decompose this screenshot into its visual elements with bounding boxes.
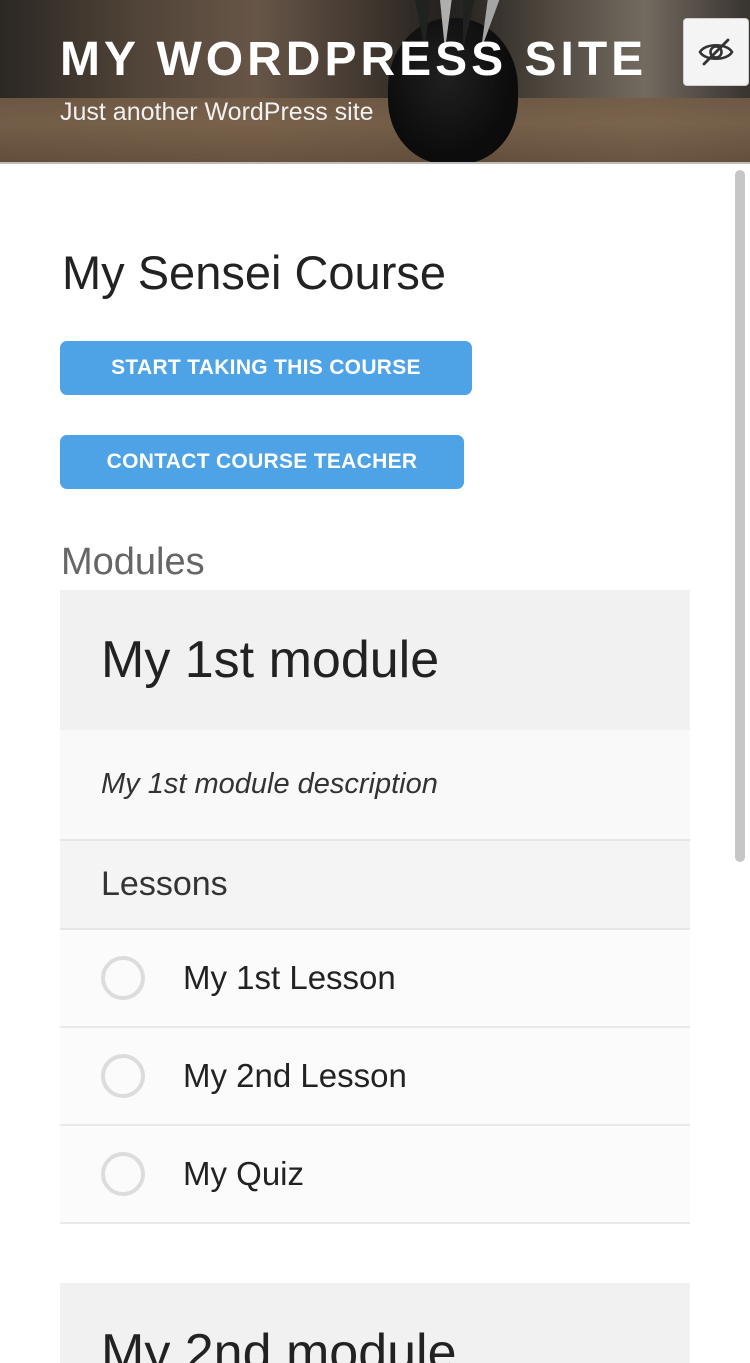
module-description: My 1st module description [60, 730, 690, 841]
lesson-item[interactable]: My 1st Lesson [60, 930, 690, 1028]
page-scrollbar[interactable] [735, 170, 745, 862]
quiz-link[interactable]: My Quiz [183, 1155, 304, 1193]
lesson-link[interactable]: My 2nd Lesson [183, 1057, 407, 1095]
lesson-link[interactable]: My 1st Lesson [183, 959, 396, 997]
site-header: MY WORDPRESS SITE Just another WordPress… [0, 0, 750, 164]
circle-outline-icon [101, 956, 145, 1000]
site-tagline: Just another WordPress site [60, 98, 374, 126]
module-title[interactable]: My 2nd module [101, 1323, 457, 1363]
circle-outline-icon [101, 1054, 145, 1098]
start-course-button[interactable]: START TAKING THIS COURSE [60, 341, 472, 395]
contact-teacher-button[interactable]: CONTACT COURSE TEACHER [60, 435, 464, 489]
eye-slash-icon [698, 38, 734, 66]
site-title[interactable]: MY WORDPRESS SITE [60, 30, 647, 90]
circle-outline-icon [101, 1152, 145, 1196]
lessons-heading: Lessons [60, 841, 690, 930]
lesson-item[interactable]: My Quiz [60, 1126, 690, 1224]
module-title[interactable]: My 1st module [101, 630, 439, 690]
lesson-item[interactable]: My 2nd Lesson [60, 1028, 690, 1126]
visibility-toggle-button[interactable] [683, 18, 749, 86]
module-card: My 1st module My 1st module description … [60, 590, 690, 1224]
module-card: My 2nd module [60, 1283, 690, 1363]
module-header: My 1st module [60, 590, 690, 730]
modules-heading: Modules [61, 541, 205, 583]
course-title: My Sensei Course [62, 246, 446, 299]
